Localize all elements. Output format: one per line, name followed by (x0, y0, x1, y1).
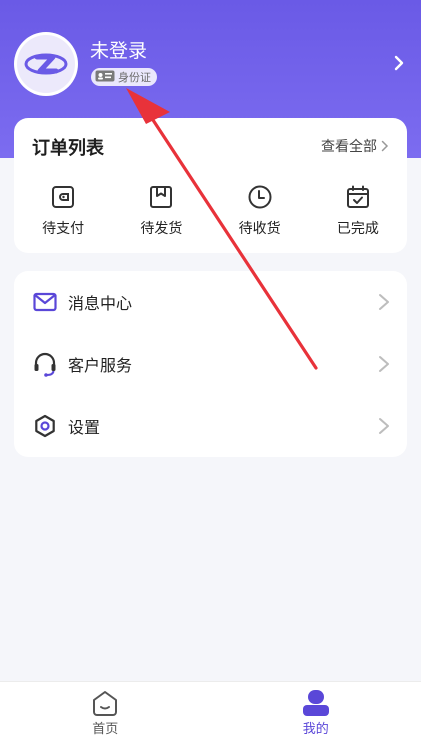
tab-mine[interactable]: 我的 (211, 682, 421, 737)
order-status-pending-payment[interactable]: 待支付 (23, 184, 103, 240)
order-status-pending-receipt[interactable]: 待收货 (220, 184, 300, 240)
username-label[interactable]: 未登录 (90, 40, 147, 62)
order-list-card: 订单列表 查看全部 待支付 待发货 待收货 已完成 (14, 118, 407, 253)
home-icon (93, 691, 118, 716)
menu-item-settings[interactable]: 设置 (14, 395, 407, 457)
avatar[interactable] (14, 32, 78, 96)
wallet-icon (52, 186, 75, 208)
clock-icon (248, 185, 272, 209)
order-status-label: 待支付 (42, 221, 85, 237)
id-card-badge-label: 身份证 (118, 71, 151, 84)
bottom-tab-bar: 首页 我的 (0, 681, 421, 737)
tab-label: 首页 (92, 722, 119, 737)
profile-header[interactable]: 未登录 身份证 (14, 32, 407, 98)
tab-label: 我的 (302, 722, 329, 737)
headset-icon (32, 351, 58, 377)
order-status-label: 待收货 (238, 221, 281, 237)
menu-item-label: 客户服务 (68, 356, 133, 375)
menu-item-label: 设置 (68, 418, 101, 437)
chevron-right-icon (379, 356, 389, 372)
calendar-check-icon (346, 185, 369, 208)
mail-icon (32, 289, 58, 315)
app-logo-icon (17, 35, 75, 93)
chevron-right-icon (379, 418, 389, 434)
chevron-right-icon[interactable] (391, 55, 407, 71)
tab-home[interactable]: 首页 (0, 682, 211, 737)
view-all-orders-link[interactable]: 查看全部 (321, 136, 389, 156)
menu-item-messages[interactable]: 消息中心 (14, 271, 407, 333)
order-list-title: 订单列表 (32, 138, 104, 159)
order-status-completed[interactable]: 已完成 (318, 184, 398, 240)
order-status-label: 已完成 (336, 221, 379, 237)
menu-card: 消息中心 客户服务 设置 (14, 271, 407, 457)
menu-item-customer-service[interactable]: 客户服务 (14, 333, 407, 395)
menu-item-label: 消息中心 (68, 294, 133, 313)
id-card-badge[interactable]: 身份证 (91, 68, 157, 86)
chevron-right-icon (381, 140, 389, 152)
order-status-pending-shipment[interactable]: 待发货 (121, 184, 201, 240)
box-icon (150, 186, 173, 208)
chevron-right-icon (379, 294, 389, 310)
settings-icon (32, 413, 58, 439)
user-icon (302, 690, 329, 716)
id-card-icon (95, 70, 115, 85)
order-status-label: 待发货 (140, 221, 183, 237)
view-all-label: 查看全部 (321, 139, 377, 155)
